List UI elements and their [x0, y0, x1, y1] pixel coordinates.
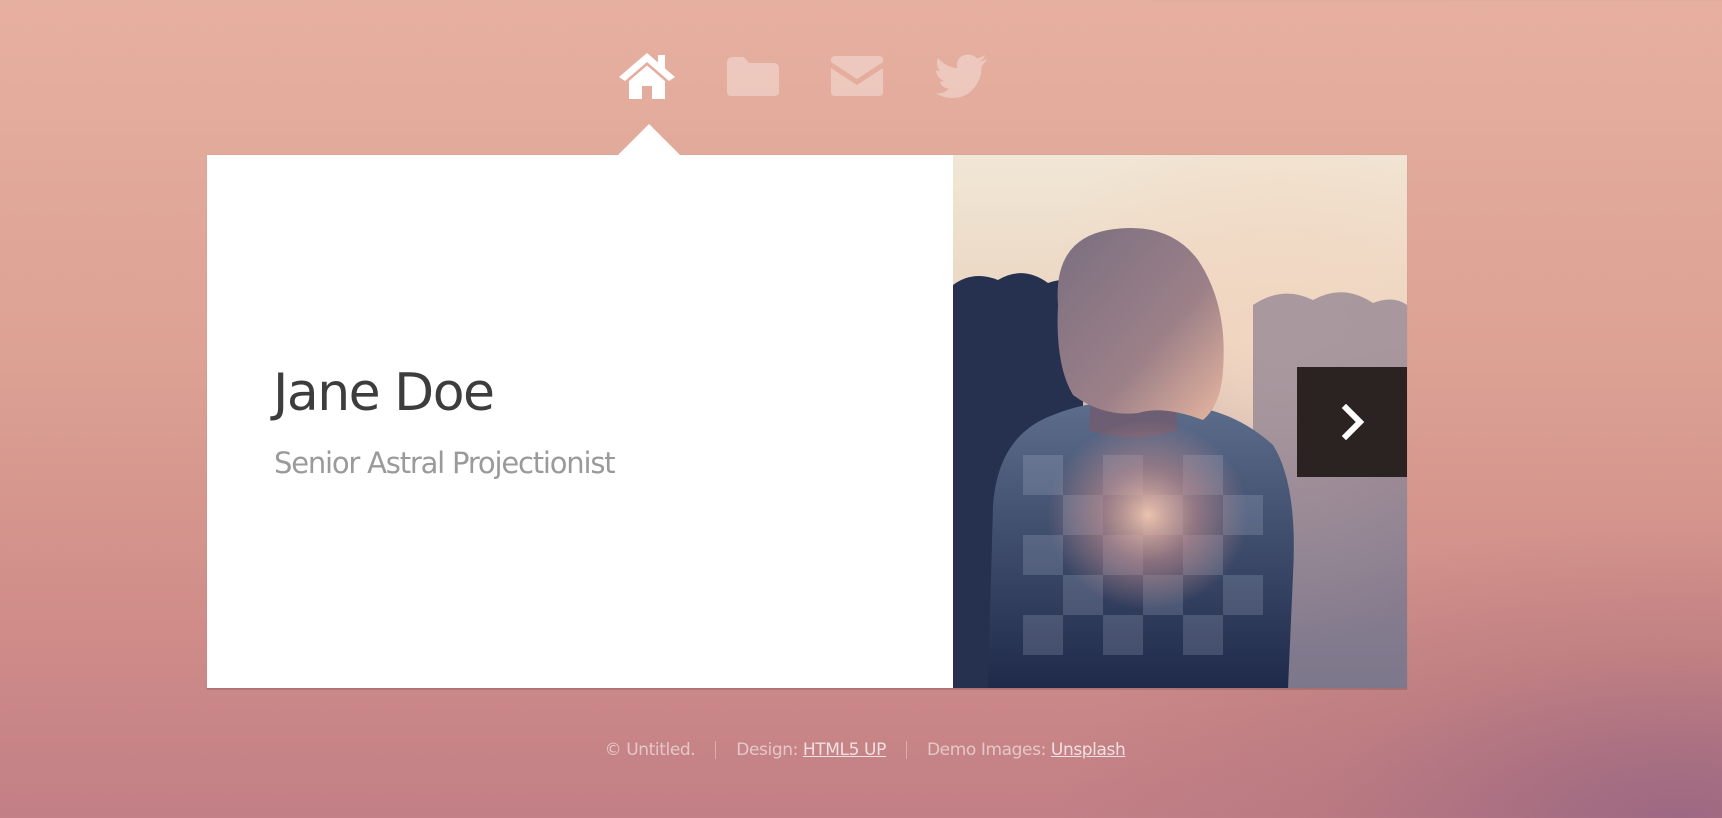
main-nav — [612, 46, 1002, 106]
home-icon — [619, 53, 675, 99]
intro-section: Jane Doe Senior Astral Projectionist — [207, 155, 953, 688]
footer-images-label: Demo Images: — [926, 740, 1046, 760]
nav-twitter[interactable] — [927, 46, 997, 106]
footer-design-link[interactable]: HTML5 UP — [803, 740, 886, 760]
chevron-right-icon — [1341, 404, 1365, 440]
profile-role: Senior Astral Projectionist — [274, 446, 616, 480]
envelope-icon — [831, 56, 883, 96]
folder-icon — [727, 57, 779, 96]
footer-design-label: Design: — [736, 740, 798, 760]
profile-name: Jane Doe — [273, 363, 495, 423]
twitter-icon — [936, 54, 987, 98]
footer-images-link[interactable]: Unsplash — [1051, 740, 1126, 760]
footer-design: Design: HTML5 UP — [716, 740, 906, 760]
footer-images: Demo Images: Unsplash — [907, 740, 1145, 760]
nav-home[interactable] — [612, 46, 682, 106]
footer-copyright: © Untitled. — [604, 740, 696, 760]
main-panel: Jane Doe Senior Astral Projectionist — [207, 124, 1407, 688]
nav-pointer-arrow — [618, 124, 680, 155]
next-button[interactable] — [1297, 367, 1407, 477]
nav-portfolio[interactable] — [717, 46, 787, 106]
nav-contact[interactable] — [822, 46, 892, 106]
footer: © Untitled. Design: HTML5 UP Demo Images… — [4, 740, 1722, 760]
